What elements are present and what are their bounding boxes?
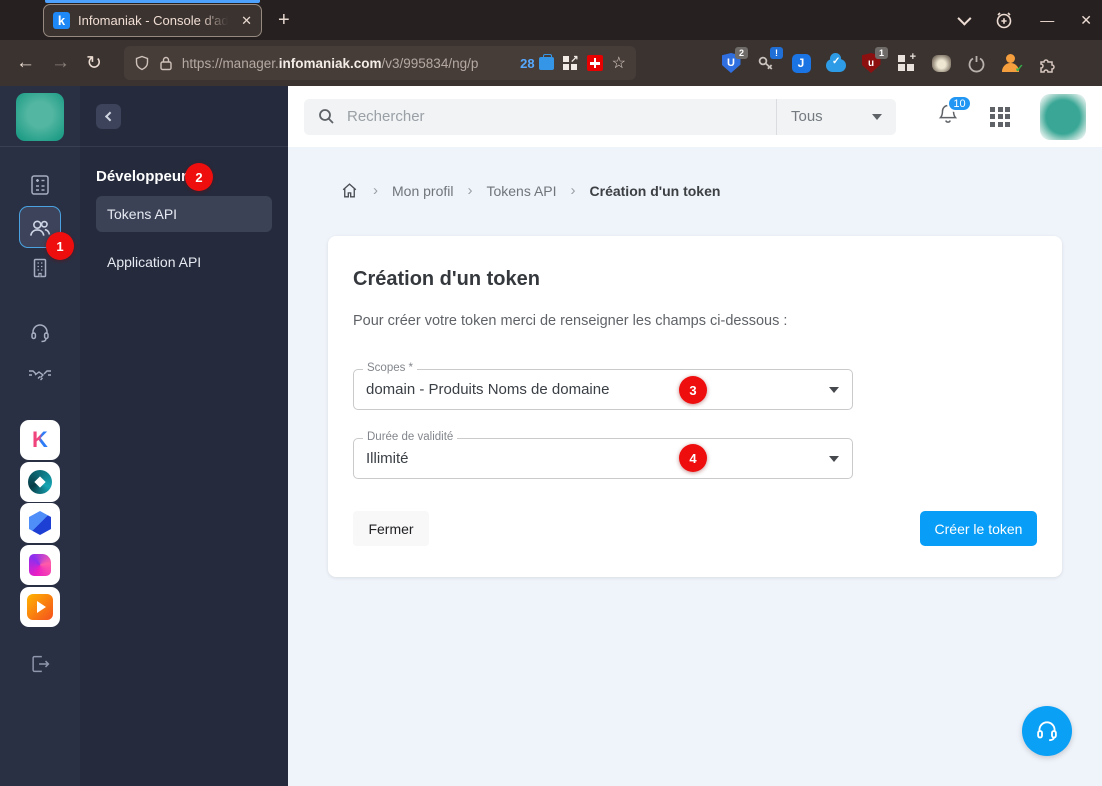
app-blue-cube-icon[interactable] (20, 503, 60, 543)
chevron-right-icon: › (570, 182, 576, 199)
building-icon[interactable] (28, 256, 52, 280)
blue-shield-extension-icon[interactable]: U 2 (721, 47, 748, 73)
back-button[interactable]: ← (16, 52, 35, 74)
breadcrumb-tokens-api[interactable]: Tokens API (486, 183, 556, 199)
scopes-label: Scopes * (363, 362, 418, 374)
forward-button[interactable]: → (51, 52, 70, 74)
extension-row: U 2 ! J ✓ u 1 + ✓ (721, 47, 1102, 75)
validity-label: Durée de validité (363, 431, 458, 443)
minimize-button[interactable]: — (1040, 12, 1054, 28)
support-chat-button[interactable] (1022, 706, 1072, 756)
app-kmeet-icon[interactable] (20, 545, 60, 585)
close-window-button[interactable]: ✕ (1080, 12, 1092, 29)
squares-plus-extension-icon[interactable]: + (896, 51, 916, 73)
url-bar[interactable]: https://manager.infomaniak.com/v3/995834… (123, 46, 636, 80)
products-calculator-icon[interactable] (28, 173, 52, 197)
active-tab-accent (45, 0, 260, 3)
infomaniak-favicon-icon: k (53, 12, 70, 29)
logout-icon[interactable] (29, 653, 51, 675)
sidebar-item-application-api[interactable]: Application API (96, 244, 272, 280)
tab-title: Infomaniak - Console d'adm (78, 13, 228, 28)
caret-down-icon (872, 113, 882, 120)
tiles-arrow-icon[interactable]: ↗ (562, 54, 579, 71)
alarm-clock-icon[interactable] (994, 10, 1014, 30)
briefcase-container-icon (538, 53, 554, 70)
puzzle-extensions-icon[interactable] (1036, 53, 1056, 73)
validity-value: Illimité (366, 450, 409, 467)
main-area: Tous 10 › Mon profi (288, 86, 1102, 786)
sidebar-collapse-button[interactable] (96, 104, 121, 129)
notification-count-badge: 10 (947, 95, 972, 112)
browser-toolbar: ← → ↻ https://manager.infomaniak.com/v3/… (0, 40, 1102, 86)
annotation-marker-1: 1 (46, 232, 74, 260)
cat-extension-icon[interactable] (931, 53, 951, 73)
organization-logo[interactable] (16, 93, 64, 141)
headset-icon (1037, 721, 1057, 742)
browser-tab[interactable]: k Infomaniak - Console d'adm ✕ (43, 4, 262, 37)
url-text: https://manager.infomaniak.com/v3/995834… (181, 55, 479, 71)
new-tab-button[interactable]: + (278, 8, 290, 32)
tab-list-chevron-icon[interactable] (957, 11, 972, 26)
user-avatar[interactable] (1040, 93, 1086, 140)
app-shell: K Développeur Tokens API Application API (0, 86, 1102, 786)
token-creation-card: Création d'un token Pour créer votre tok… (328, 236, 1062, 577)
scopes-select[interactable]: Scopes * domain - Produits Noms de domai… (353, 362, 853, 410)
app-teal-circle-icon[interactable] (20, 462, 60, 502)
caret-down-icon (829, 387, 839, 393)
scopes-value: domain - Produits Noms de domaine (366, 381, 610, 398)
search-bar[interactable]: Tous (304, 98, 896, 135)
breadcrumb-current: Création d'un token (589, 182, 721, 199)
browser-titlebar: k Infomaniak - Console d'adm ✕ + — ✕ (0, 0, 1102, 40)
reload-button[interactable]: ↻ (86, 52, 102, 75)
partnership-handshake-icon[interactable] (27, 366, 53, 386)
power-extension-icon[interactable] (966, 53, 986, 73)
swiss-flag-icon[interactable] (586, 55, 603, 71)
tracking-shield-icon[interactable] (134, 55, 150, 71)
ublock-extension-icon[interactable]: u 1 (861, 47, 888, 73)
key-extension-icon[interactable]: ! (756, 47, 783, 73)
notifications-button[interactable]: 10 (936, 95, 972, 131)
home-icon[interactable] (340, 181, 359, 200)
container-tab-indicator: 28 (520, 53, 554, 71)
annotation-marker-3: 3 (679, 376, 707, 404)
validity-select[interactable]: Durée de validité Illimité (353, 431, 853, 479)
search-icon (319, 109, 334, 124)
main-header: Tous 10 (288, 86, 1102, 147)
tab-close-icon[interactable]: ✕ (241, 13, 252, 29)
cloud-extension-icon[interactable]: ✓ (826, 52, 846, 73)
support-headset-icon[interactable] (28, 321, 52, 345)
bookmark-star-icon[interactable]: ☆ (612, 53, 626, 73)
menu-hamburger-icon[interactable] (1071, 53, 1088, 73)
search-filter-dropdown[interactable]: Tous (776, 98, 896, 135)
sidebar-section-title: Développeur (96, 168, 187, 185)
lock-icon[interactable] (159, 55, 173, 71)
j-extension-icon[interactable]: J (791, 53, 811, 73)
secondary-sidebar: Développeur Tokens API Application API (80, 86, 288, 786)
apps-grid-icon[interactable] (990, 106, 1010, 127)
caret-down-icon (829, 456, 839, 462)
breadcrumb-mon-profil[interactable]: Mon profil (392, 183, 453, 199)
sidebar-item-tokens-api[interactable]: Tokens API (96, 196, 272, 232)
create-token-button[interactable]: Créer le token (920, 511, 1037, 546)
chevron-left-icon (104, 111, 115, 122)
tab-title-fade (200, 13, 228, 28)
page-subtitle: Pour créer votre token merci de renseign… (353, 313, 788, 329)
chevron-right-icon: › (467, 182, 473, 199)
app-k-suite-icon[interactable]: K (20, 420, 60, 460)
annotation-marker-4: 4 (679, 444, 707, 472)
annotation-marker-2: 2 (185, 163, 213, 191)
chevron-right-icon: › (373, 182, 378, 199)
search-input[interactable] (347, 108, 776, 125)
breadcrumb: › Mon profil › Tokens API › Création d'u… (340, 181, 720, 200)
close-button[interactable]: Fermer (353, 511, 429, 546)
app-video-play-icon[interactable] (20, 587, 60, 627)
page-title: Création d'un token (353, 268, 540, 290)
person-check-extension-icon[interactable]: ✓ (1001, 53, 1024, 75)
primary-sidebar: K (0, 86, 80, 786)
